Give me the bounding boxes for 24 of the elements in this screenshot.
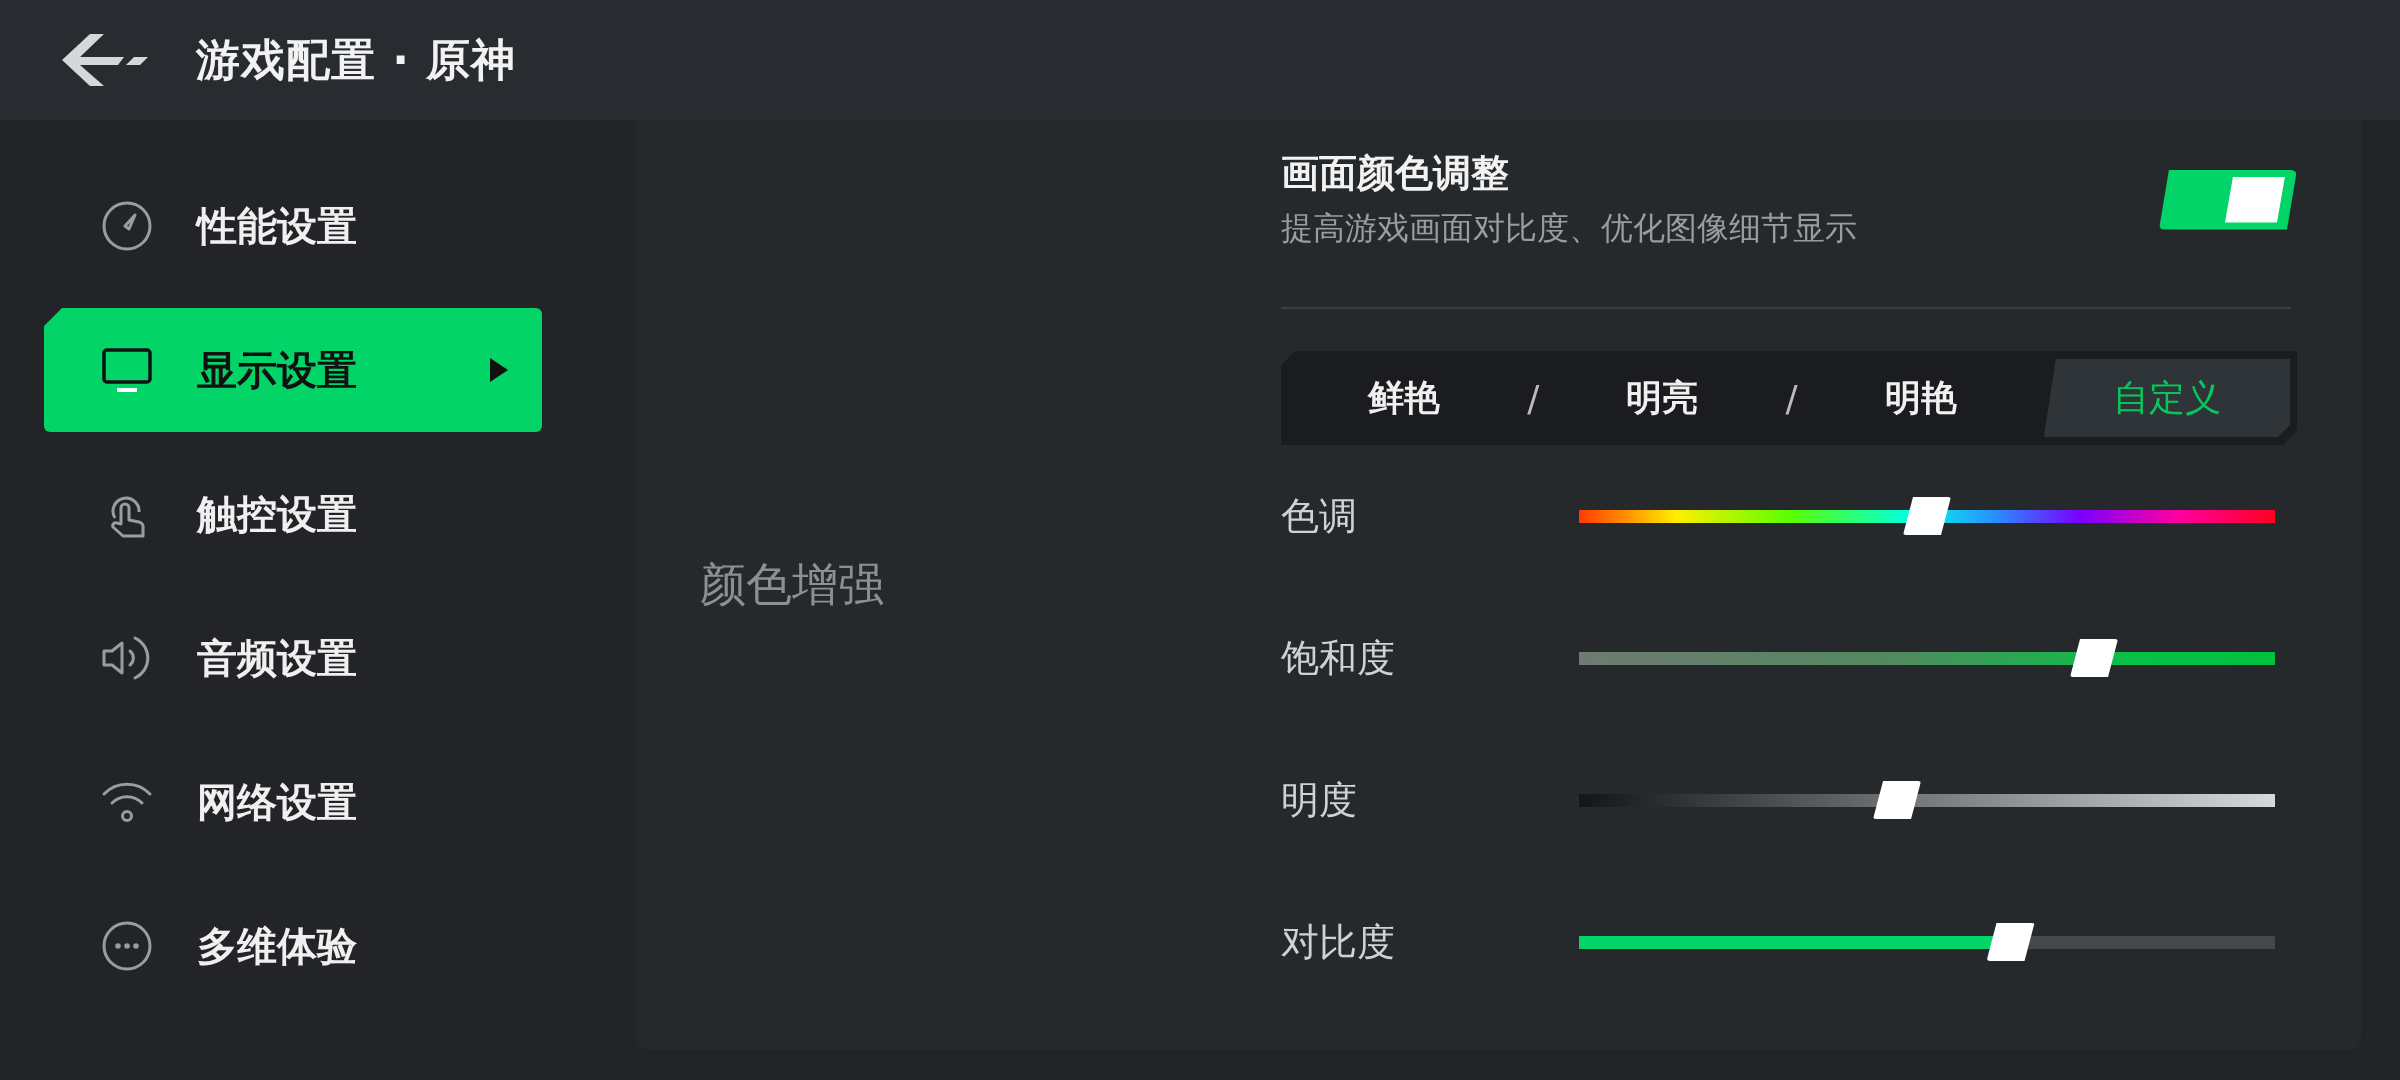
slider-label: 明度: [1281, 776, 1358, 824]
separator: /: [1785, 377, 1798, 419]
setting-description: 提高游戏画面对比度、优化图像细节显示: [1281, 208, 1857, 249]
mode-tab[interactable]: 明艳: [1797, 359, 2044, 437]
slider-label: 对比度: [1281, 918, 1396, 966]
sidebar-item[interactable]: 音频设置: [44, 596, 542, 720]
page-title: 游戏配置 · 原神: [196, 32, 517, 87]
sidebar-item[interactable]: 触控设置: [44, 452, 542, 576]
sidebar-item[interactable]: 多维体验: [44, 884, 542, 1008]
mode-tab[interactable]: 明亮: [1539, 359, 1786, 437]
mode-tab[interactable]: 自定义: [2043, 359, 2291, 437]
section-label: 颜色增强: [700, 556, 884, 613]
gauge-icon: [101, 200, 153, 252]
slider-thumb[interactable]: [1903, 497, 1951, 535]
more-dots-icon: [101, 920, 153, 972]
separator: /: [1527, 377, 1540, 419]
setting-title: 画面颜色调整: [1281, 150, 1510, 197]
sidebar-item[interactable]: 性能设置: [44, 164, 542, 288]
sidebar-item[interactable]: 网络设置: [44, 740, 542, 864]
slider-label: 色调: [1281, 492, 1358, 540]
caret-icon: [490, 358, 508, 382]
sidebar-item[interactable]: 显示设置: [44, 308, 542, 432]
mode-tab[interactable]: 鲜艳: [1281, 359, 1528, 437]
slider-label: 饱和度: [1281, 634, 1396, 682]
